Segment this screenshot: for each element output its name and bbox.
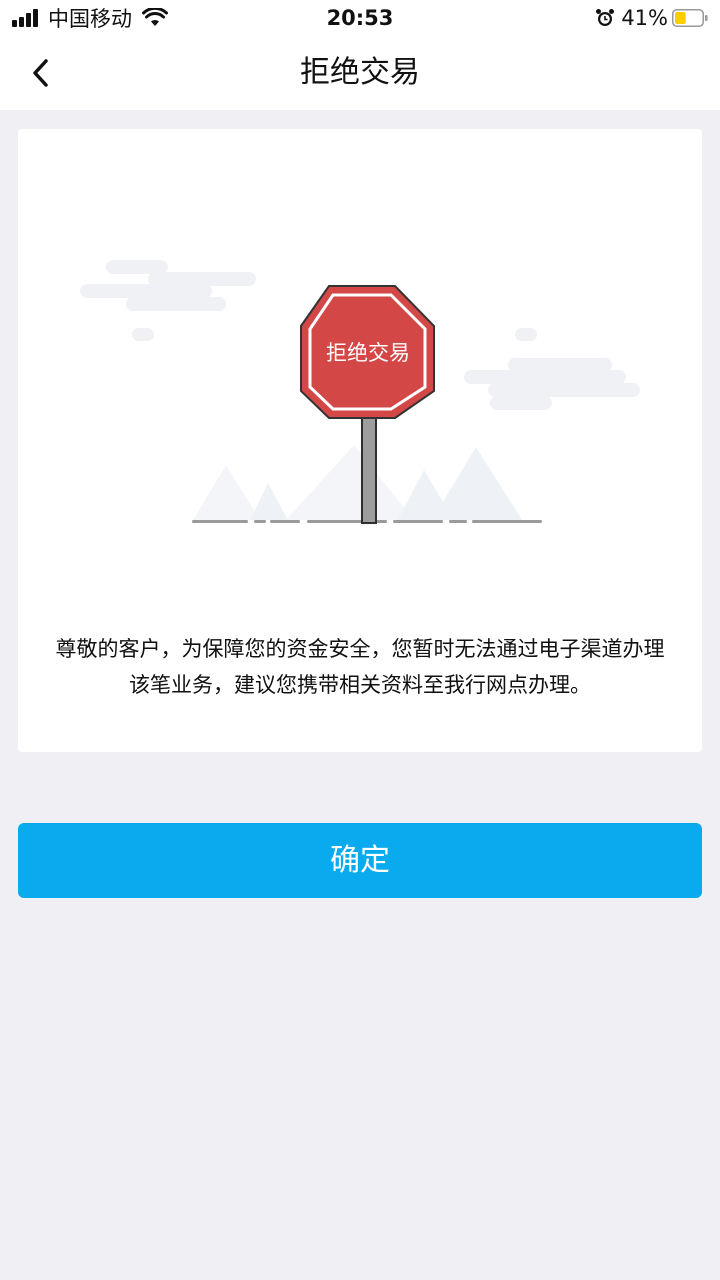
confirm-button[interactable]: 确定 bbox=[18, 823, 702, 898]
navigation-bar: 拒绝交易 bbox=[0, 36, 720, 110]
wifi-icon bbox=[142, 8, 168, 26]
stop-sign-text: 拒绝交易 bbox=[326, 341, 410, 365]
mountains bbox=[193, 445, 522, 520]
stop-sign-illustration: 拒绝交易 bbox=[80, 260, 640, 524]
message-line-2: 该笔业务，建议您携带相关资料至我行网点办理。 bbox=[129, 673, 591, 697]
battery-percent: 41% bbox=[621, 6, 668, 30]
message-line-1: 尊敬的客户，为保障您的资金安全，您暂时无法通过电子渠道办理 bbox=[55, 637, 665, 661]
status-left: 中国移动 bbox=[12, 6, 168, 31]
rejection-card: 拒绝交易 尊敬的客户，为保障您的资金安全，您暂时无法通过电子渠道办理 该笔业务，… bbox=[18, 129, 702, 752]
chevron-left-icon bbox=[33, 59, 48, 87]
rejection-message: 尊敬的客户，为保障您的资金安全，您暂时无法通过电子渠道办理 该笔业务，建议您携带… bbox=[18, 631, 702, 703]
status-right: 41% bbox=[595, 6, 708, 30]
signal-icon bbox=[12, 9, 40, 27]
carrier-label: 中国移动 bbox=[48, 7, 132, 31]
page-title: 拒绝交易 bbox=[300, 55, 420, 90]
cloud-right bbox=[464, 328, 640, 410]
back-button[interactable] bbox=[22, 53, 66, 93]
battery-icon bbox=[672, 9, 708, 27]
cloud-left bbox=[80, 260, 256, 341]
status-bar: 中国移动 20:53 41% bbox=[0, 0, 720, 36]
alarm-clock-icon bbox=[596, 9, 615, 26]
sign-pole bbox=[361, 412, 377, 524]
